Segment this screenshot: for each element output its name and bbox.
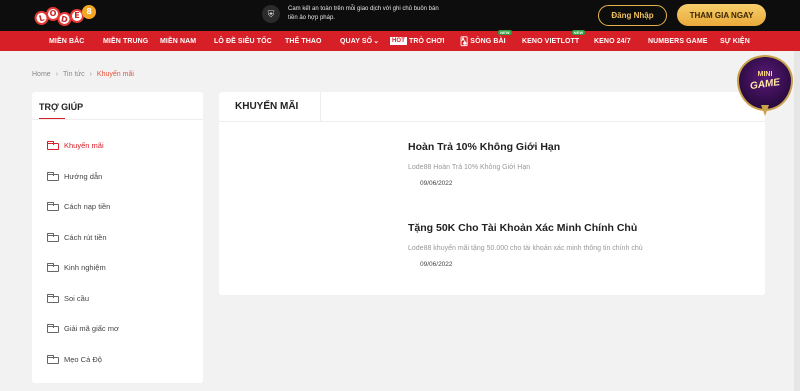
- nav-item-song-bai[interactable]: 🂡 SÒNG BÀI NEW: [460, 30, 512, 51]
- sidebar-item-label: Kinh nghiệm: [64, 262, 106, 272]
- help-sidebar: TRỢ GIÚP Khuyến mãi Hướng dẫn Cách nạp t…: [32, 92, 203, 383]
- sidebar-item-soi-cau[interactable]: Soi cầu: [47, 291, 89, 305]
- nav-label: SÒNG BÀI: [470, 37, 506, 45]
- sidebar-item-label: Khuyến mãi: [64, 140, 104, 150]
- nav-label: LÔ ĐỀ SIÊU TỐC: [214, 37, 272, 45]
- nav-item-lo-de-sieu-toc[interactable]: LÔ ĐỀ SIÊU TỐC: [214, 31, 272, 51]
- new-badge: NEW: [571, 30, 586, 35]
- join-now-button[interactable]: THAM GIA NGAY: [677, 4, 766, 26]
- scrollbar[interactable]: [794, 51, 800, 391]
- nav-label: MIỀN BẮC: [49, 37, 85, 45]
- folder-icon: [47, 262, 59, 272]
- folder-icon: [47, 232, 59, 242]
- nav-label: SỰ KIỆN: [720, 37, 750, 45]
- article-date: 09/06/2022: [420, 180, 453, 187]
- nav-item-keno-vietlott[interactable]: KENO VIETLOTT NEW: [522, 30, 586, 51]
- nav-item-quay-so[interactable]: QUAY SỐ ⌄: [340, 31, 379, 51]
- nav-item-mien-bac[interactable]: MIỀN BẮC: [49, 31, 84, 51]
- sidebar-item-cach-rut-tien[interactable]: Cách rút tiền: [47, 230, 107, 244]
- nav-label: MIỀN NAM: [160, 37, 197, 45]
- article-title[interactable]: Hoàn Trả 10% Không Giới Hạn: [408, 141, 560, 153]
- sidebar-item-kinh-nghiem[interactable]: Kinh nghiệm: [47, 260, 106, 274]
- nav-label: NUMBERS GAME: [648, 37, 708, 45]
- nav-item-su-kien[interactable]: SỰ KIỆN: [720, 31, 750, 51]
- nav-item-tro-choi[interactable]: HOT TRÒ CHƠI: [390, 31, 445, 51]
- folder-icon: [47, 293, 59, 303]
- sidebar-item-label: Cách rút tiền: [64, 232, 107, 242]
- nav-item-the-thao[interactable]: THỂ THAO: [285, 31, 322, 51]
- new-badge: NEW: [498, 30, 512, 35]
- sidebar-item-label: Giải mã giấc mơ: [64, 323, 119, 333]
- divider: [219, 121, 765, 122]
- nav-item-numbers-game[interactable]: NUMBERS GAME: [648, 31, 708, 51]
- sidebar-item-label: Cách nạp tiền: [64, 201, 111, 211]
- breadcrumb-home[interactable]: Home: [32, 71, 51, 78]
- nav-label: MIỀN TRUNG: [103, 37, 149, 45]
- sidebar-item-meo-ca-do[interactable]: Mẹo Cá Độ: [47, 352, 102, 366]
- cards-icon: 🂡: [460, 36, 469, 46]
- sidebar-title: TRỢ GIÚP: [39, 102, 84, 112]
- sidebar-item-label: Soi cầu: [64, 293, 90, 303]
- logo-letter: 8: [82, 4, 96, 19]
- hot-badge: HOT: [390, 37, 407, 45]
- article-title[interactable]: Tặng 50K Cho Tài Khoản Xác Minh Chính Ch…: [408, 222, 643, 234]
- sidebar-item-label: Hướng dẫn: [64, 171, 103, 181]
- site-logo[interactable]: L O D E 8: [32, 3, 96, 28]
- sidebar-item-khuyen-mai[interactable]: Khuyến mãi: [47, 138, 104, 152]
- page-title: KHUYẾN MÃI: [235, 101, 299, 112]
- sidebar-item-giai-ma-giac-mo[interactable]: Giải mã giấc mơ: [47, 321, 119, 335]
- breadcrumb-section[interactable]: Tin tức: [63, 71, 85, 78]
- nav-label: TRÒ CHƠI: [408, 37, 445, 45]
- article-description: Lode88 Hoàn Trả 10% Không Giới Hạn: [408, 164, 531, 171]
- folder-icon: [47, 140, 59, 150]
- breadcrumb-current: Khuyến mãi: [96, 71, 134, 78]
- nav-label: KENO VIETLOTT: [522, 37, 580, 45]
- article-item[interactable]: Tặng 50K Cho Tài Khoản Xác Minh Chính Ch…: [408, 222, 643, 268]
- safety-text: Cam kết an toàn trên mỗi giao dịch với g…: [288, 6, 439, 21]
- chevron-right-icon: ›: [89, 71, 92, 78]
- folder-icon: [47, 354, 59, 364]
- nav-item-keno-24-7[interactable]: KENO 24/7: [594, 31, 631, 51]
- login-button[interactable]: Đăng Nhập: [598, 5, 667, 26]
- shield-icon: ⛨: [262, 5, 280, 23]
- folder-icon: [47, 201, 59, 211]
- main-nav: MIỀN BẮC MIỀN TRUNG MIỀN NAM LÔ ĐỀ SIÊU …: [0, 30, 800, 51]
- folder-icon: [47, 323, 59, 333]
- nav-label: THỂ THAO: [285, 37, 322, 45]
- chevron-right-icon: ›: [55, 71, 59, 78]
- mini-game-button[interactable]: MINI GAME: [737, 55, 793, 117]
- article-date: 09/06/2022: [420, 261, 453, 268]
- sidebar-item-cach-nap-tien[interactable]: Cách nạp tiền: [47, 199, 110, 213]
- safety-notice: ⛨ Cam kết an toàn trên mỗi giao dịch với…: [262, 5, 448, 23]
- sidebar-item-huong-dan[interactable]: Hướng dẫn: [47, 169, 102, 183]
- top-header: L O D E 8 ⛨ Cam kết an toàn trên mỗi gia…: [0, 0, 800, 31]
- promotions-panel: KHUYẾN MÃI Hoàn Trả 10% Không Giới Hạn L…: [219, 92, 765, 295]
- article-item[interactable]: Hoàn Trả 10% Không Giới Hạn Lode88 Hoàn …: [408, 141, 560, 187]
- chevron-down-icon: ⌄: [373, 38, 380, 45]
- nav-item-mien-nam[interactable]: MIỀN NAM: [160, 31, 196, 51]
- divider: [32, 119, 203, 120]
- nav-item-mien-trung[interactable]: MIỀN TRUNG: [103, 31, 148, 51]
- article-description: Lode88 khuyến mãi tặng 50.000 cho tài kh…: [408, 245, 643, 252]
- nav-label: QUAY SỐ: [340, 37, 373, 45]
- nav-label: KENO 24/7: [594, 37, 631, 45]
- breadcrumb: Home › Tin tức › Khuyến mãi: [32, 71, 134, 78]
- folder-icon: [47, 171, 59, 181]
- sidebar-item-label: Mẹo Cá Độ: [64, 354, 102, 364]
